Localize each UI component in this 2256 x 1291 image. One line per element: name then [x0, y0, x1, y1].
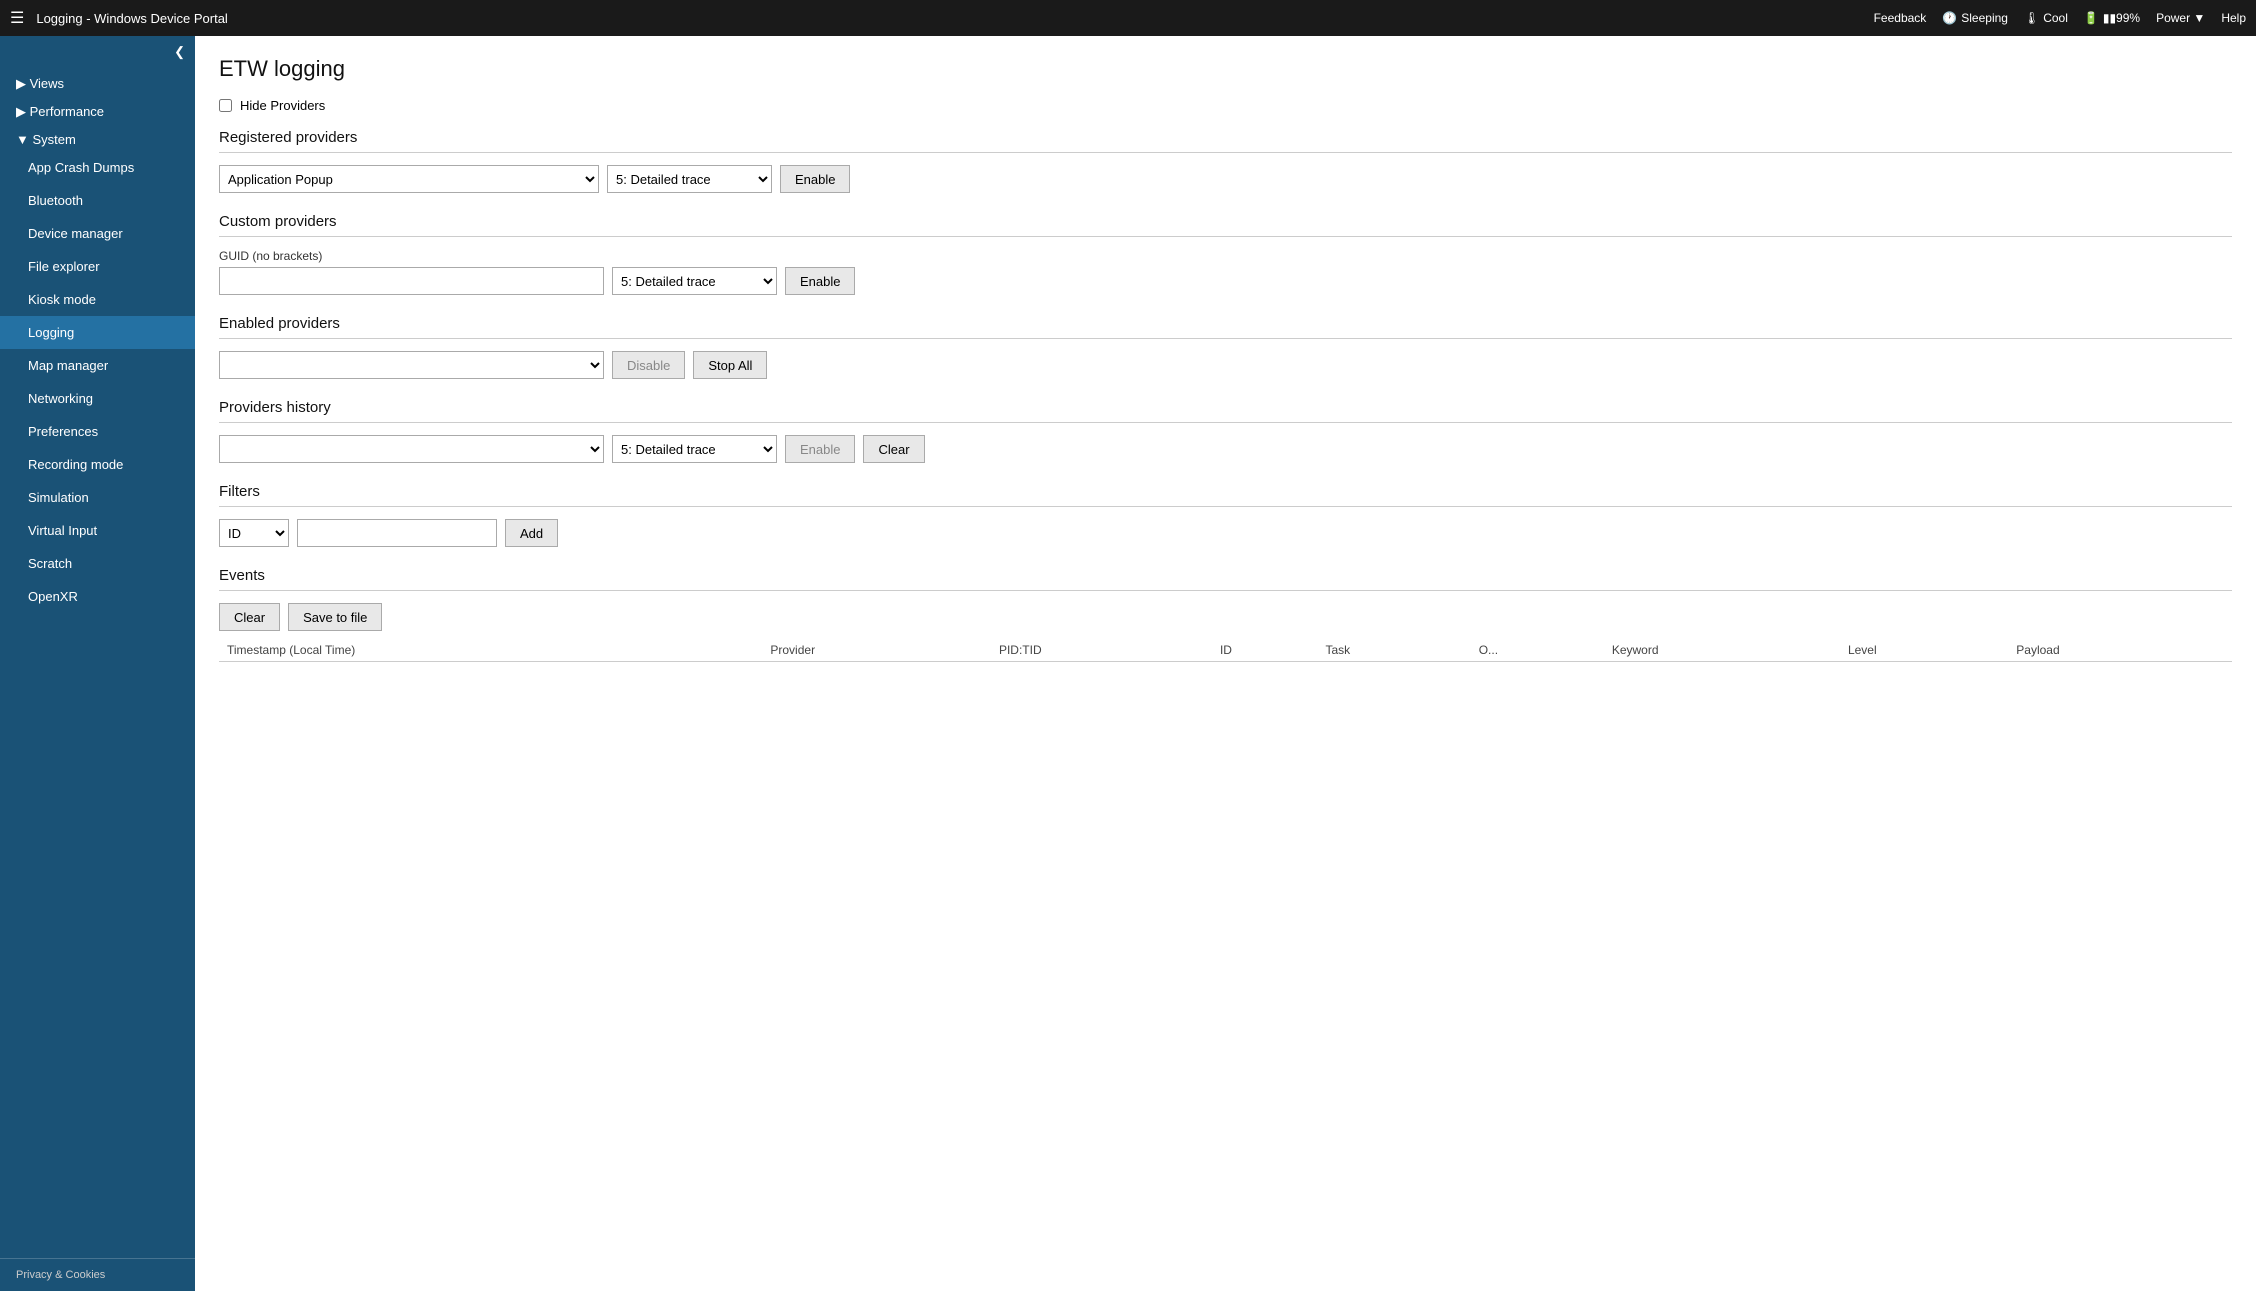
hide-providers-row: Hide Providers — [219, 98, 2232, 113]
events-save-btn[interactable]: Save to file — [288, 603, 382, 631]
custom-detail-select[interactable]: 5: Detailed trace 4: Info 3: Warning 2: … — [612, 267, 777, 295]
sidebar-collapse-btn[interactable]: ❮ — [0, 36, 195, 68]
guid-label: GUID (no brackets) — [219, 249, 2232, 263]
events-section: Events Clear Save to file Timestamp (Loc… — [219, 567, 2232, 662]
col-level: Level — [1840, 639, 2008, 662]
providers-history-row: 5: Detailed trace 4: Info 3: Warning 2: … — [219, 435, 2232, 463]
sidebar-item-logging[interactable]: Logging — [0, 316, 195, 349]
col-task: Task — [1317, 639, 1470, 662]
events-table-header-row: Timestamp (Local Time) Provider PID:TID … — [219, 639, 2232, 662]
filters-title: Filters — [219, 483, 2232, 507]
col-payload: Payload — [2008, 639, 2232, 662]
sidebar-group-system[interactable]: ▼ System — [0, 124, 195, 151]
registered-enable-btn[interactable]: Enable — [780, 165, 850, 193]
custom-providers-row: 5: Detailed trace 4: Info 3: Warning 2: … — [219, 267, 2232, 295]
history-provider-select[interactable] — [219, 435, 604, 463]
filter-add-btn[interactable]: Add — [505, 519, 558, 547]
sidebar-item-simulation[interactable]: Simulation — [0, 481, 195, 514]
history-enable-btn[interactable]: Enable — [785, 435, 855, 463]
col-o: O... — [1471, 639, 1604, 662]
filter-id-select[interactable]: ID PID TID Provider — [219, 519, 289, 547]
stop-all-btn[interactable]: Stop All — [693, 351, 767, 379]
events-table: Timestamp (Local Time) Provider PID:TID … — [219, 639, 2232, 662]
sidebar-item-scratch[interactable]: Scratch — [0, 547, 195, 580]
providers-history-title: Providers history — [219, 399, 2232, 423]
sidebar-group-views[interactable]: ▶ ▶ ViewsViews — [0, 68, 195, 96]
feedback-btn[interactable]: Feedback — [1874, 11, 1927, 25]
disable-btn[interactable]: Disable — [612, 351, 685, 379]
content-area: ETW logging Hide Providers Registered pr… — [195, 36, 2256, 1291]
top-actions: Feedback 🕐 Sleeping 🌡 Cool 🔋 ▮▮99% Power… — [1874, 11, 2246, 25]
sidebar-item-virtual-input[interactable]: Virtual Input — [0, 514, 195, 547]
filters-row: ID PID TID Provider Add — [219, 519, 2232, 547]
sidebar-group-performance[interactable]: ▶ Performance — [0, 96, 195, 124]
enabled-provider-select[interactable] — [219, 351, 604, 379]
sidebar-item-preferences[interactable]: Preferences — [0, 415, 195, 448]
registered-detail-select[interactable]: 5: Detailed trace 4: Info 3: Warning 2: … — [607, 165, 772, 193]
sidebar: ❮ ▶ ▶ ViewsViews ▶ Performance ▼ System … — [0, 36, 195, 1291]
hide-providers-label: Hide Providers — [240, 98, 325, 113]
col-timestamp: Timestamp (Local Time) — [219, 639, 762, 662]
topbar: ☰ Logging - Windows Device Portal Feedba… — [0, 0, 2256, 36]
events-actions-row: Clear Save to file — [219, 603, 2232, 631]
sidebar-item-device-manager[interactable]: Device manager — [0, 217, 195, 250]
enabled-providers-title: Enabled providers — [219, 315, 2232, 339]
sidebar-item-networking[interactable]: Networking — [0, 382, 195, 415]
sidebar-item-recording-mode[interactable]: Recording mode — [0, 448, 195, 481]
custom-enable-btn[interactable]: Enable — [785, 267, 855, 295]
events-title: Events — [219, 567, 2232, 591]
guid-input[interactable] — [219, 267, 604, 295]
custom-providers-section: Custom providers GUID (no brackets) 5: D… — [219, 213, 2232, 295]
providers-history-section: Providers history 5: Detailed trace 4: I… — [219, 399, 2232, 463]
filters-section: Filters ID PID TID Provider Add — [219, 483, 2232, 547]
registered-provider-select[interactable]: Application Popup Other Provider 1 — [219, 165, 599, 193]
history-clear-btn[interactable]: Clear — [863, 435, 924, 463]
cool-status: 🌡 Cool — [2024, 11, 2068, 25]
privacy-footer[interactable]: Privacy & Cookies — [0, 1258, 195, 1291]
sidebar-item-file-explorer[interactable]: File explorer — [0, 250, 195, 283]
menu-icon[interactable]: ☰ — [10, 8, 24, 28]
sidebar-item-kiosk-mode[interactable]: Kiosk mode — [0, 283, 195, 316]
sidebar-item-bluetooth[interactable]: Bluetooth — [0, 184, 195, 217]
registered-providers-section: Registered providers Application Popup O… — [219, 129, 2232, 193]
app-title: Logging - Windows Device Portal — [36, 11, 1873, 26]
battery-status: 🔋 ▮▮99% — [2084, 11, 2140, 25]
registered-providers-row: Application Popup Other Provider 1 5: De… — [219, 165, 2232, 193]
registered-providers-title: Registered providers — [219, 129, 2232, 153]
filter-value-input[interactable] — [297, 519, 497, 547]
col-provider: Provider — [762, 639, 991, 662]
enabled-providers-row: Disable Stop All — [219, 351, 2232, 379]
sidebar-item-app-crash-dumps[interactable]: App Crash Dumps — [0, 151, 195, 184]
col-keyword: Keyword — [1604, 639, 1840, 662]
col-pidtid: PID:TID — [991, 639, 1212, 662]
enabled-providers-section: Enabled providers Disable Stop All — [219, 315, 2232, 379]
page-title: ETW logging — [219, 56, 2232, 82]
help-btn[interactable]: Help — [2221, 11, 2246, 25]
power-btn[interactable]: Power ▼ — [2156, 11, 2205, 25]
sidebar-item-map-manager[interactable]: Map manager — [0, 349, 195, 382]
sidebar-item-openxr[interactable]: OpenXR — [0, 580, 195, 613]
custom-providers-title: Custom providers — [219, 213, 2232, 237]
col-id: ID — [1212, 639, 1317, 662]
hide-providers-checkbox[interactable] — [219, 99, 232, 112]
main-layout: ❮ ▶ ▶ ViewsViews ▶ Performance ▼ System … — [0, 36, 2256, 1291]
history-detail-select[interactable]: 5: Detailed trace 4: Info 3: Warning 2: … — [612, 435, 777, 463]
sleeping-status: 🕐 Sleeping — [1942, 11, 2008, 25]
events-clear-btn[interactable]: Clear — [219, 603, 280, 631]
